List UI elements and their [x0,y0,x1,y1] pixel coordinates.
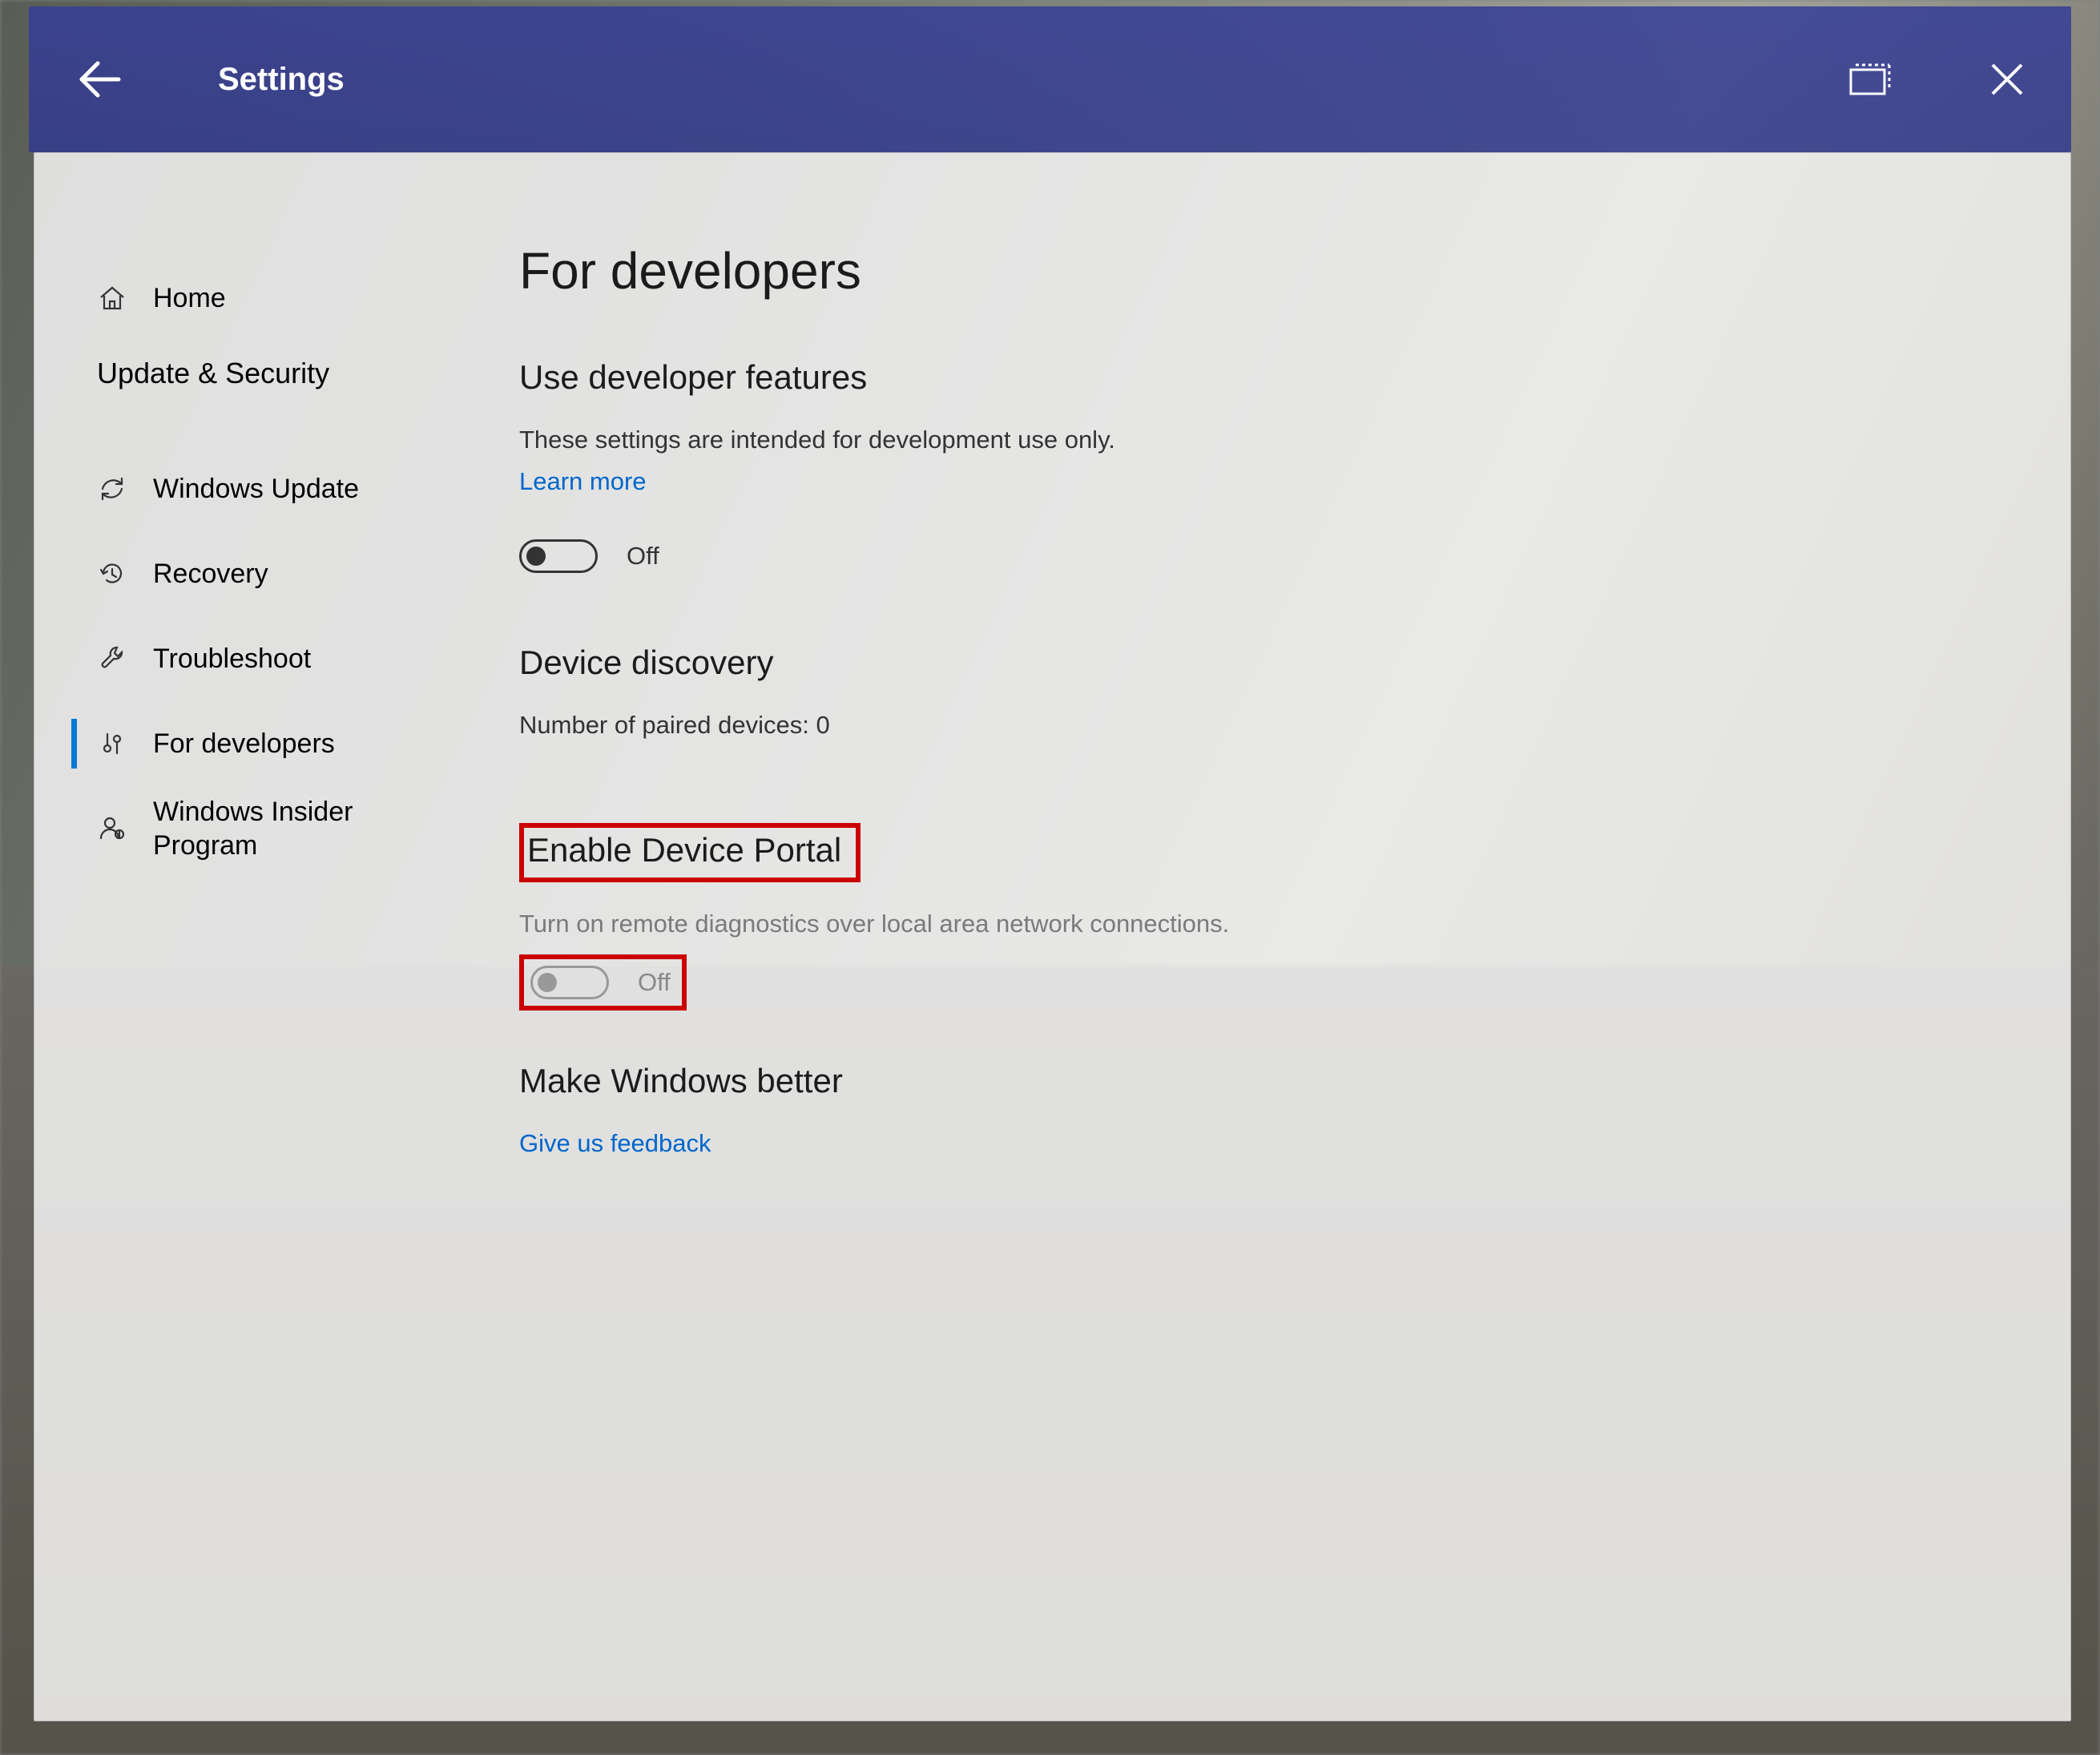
sync-icon [97,474,127,504]
sidebar-item-windows-insider[interactable]: Windows Insider Program [34,786,494,871]
home-icon [97,283,127,313]
paired-devices-count: Number of paired devices: 0 [519,711,2014,740]
highlight-enable-device-portal-heading: Enable Device Portal [519,823,861,882]
give-feedback-link[interactable]: Give us feedback [519,1129,2014,1158]
sidebar-item-label: Recovery [153,559,268,590]
close-icon[interactable] [1983,55,2031,103]
sidebar-item-label: Windows Update [153,474,359,505]
section-heading-make-windows-better: Make Windows better [519,1062,2014,1100]
device-portal-description: Turn on remote diagnostics over local ar… [519,910,2014,938]
section-heading-developer-features: Use developer features [519,358,2014,397]
back-button[interactable] [69,49,130,110]
section-heading-device-discovery: Device discovery [519,644,2014,682]
learn-more-link[interactable]: Learn more [519,467,2014,496]
content-panel: Home Update & Security Windows Update Re… [34,152,2071,1721]
dev-features-description: These settings are intended for developm… [519,426,2014,454]
sidebar-item-label: Troubleshoot [153,644,311,675]
person-badge-icon [97,813,127,844]
developer-icon [97,728,127,759]
dev-features-toggle-label: Off [627,542,659,571]
sidebar-item-label: Windows Insider Program [153,795,457,863]
device-portal-toggle[interactable] [530,966,609,999]
wrench-icon [97,644,127,674]
sidebar-item-home[interactable]: Home [34,256,494,341]
page-title: For developers [519,241,2014,301]
highlight-device-portal-toggle: Off [519,954,687,1011]
dev-features-toggle[interactable] [519,539,598,573]
sidebar-item-troubleshoot[interactable]: Troubleshoot [34,616,494,701]
sidebar-item-label: For developers [153,728,335,760]
main-content: For developers Use developer features Th… [494,153,2070,1721]
titlebar: Settings [29,6,2071,152]
history-icon [97,559,127,589]
sidebar-item-windows-update[interactable]: Windows Update [34,446,494,531]
sidebar-item-recovery[interactable]: Recovery [34,531,494,616]
sidebar-item-label: Home [153,283,226,314]
section-heading-device-portal: Enable Device Portal [527,831,841,869]
device-portal-toggle-label: Off [638,968,671,997]
sidebar-item-for-developers[interactable]: For developers [34,701,494,786]
title-text: Settings [218,62,345,98]
sidebar-category: Update & Security [34,341,494,406]
window-switcher-icon[interactable] [1847,55,1895,103]
sidebar: Home Update & Security Windows Update Re… [34,153,494,1721]
